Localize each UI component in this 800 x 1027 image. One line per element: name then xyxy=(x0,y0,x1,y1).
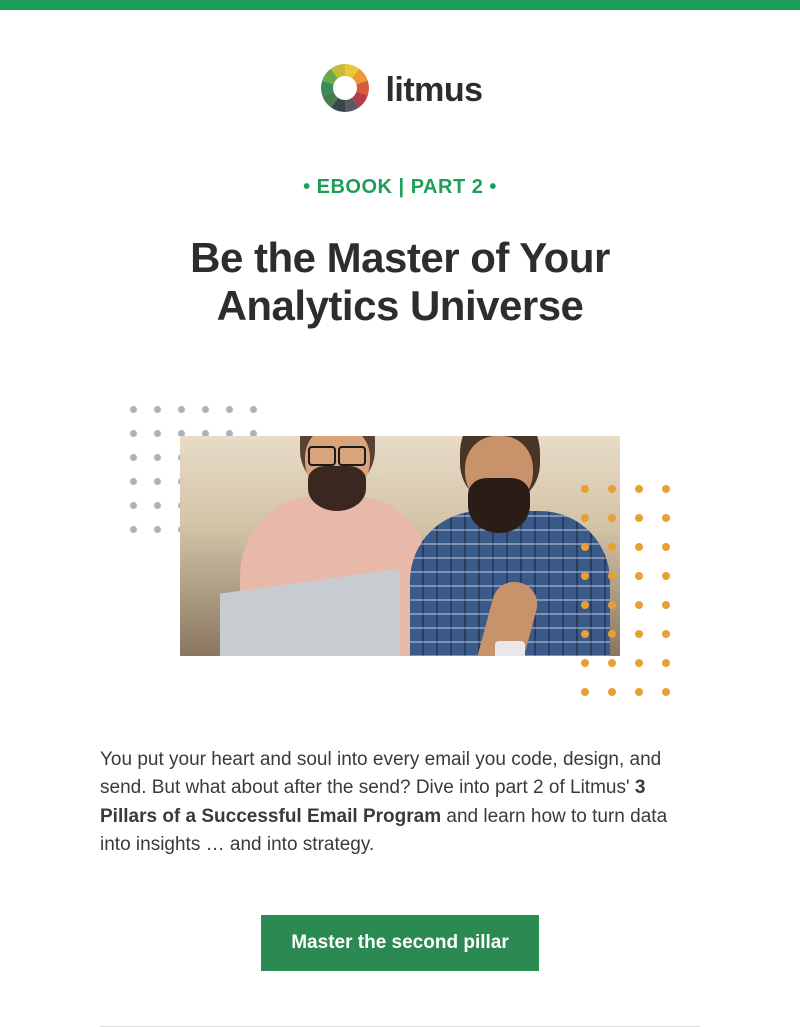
email-container: litmus • EBOOK | PART 2 • Be the Master … xyxy=(100,10,700,1027)
body-pre-text: You put your heart and soul into every e… xyxy=(100,749,661,799)
logo-block: litmus xyxy=(100,10,700,121)
page-headline: Be the Master of Your Analytics Universe xyxy=(100,234,700,331)
body-paragraph: You put your heart and soul into every e… xyxy=(100,746,700,860)
cta-block: Master the second pillar xyxy=(100,915,700,971)
hero-photo xyxy=(180,436,620,656)
section-divider xyxy=(100,1026,700,1027)
eyebrow-label: • EBOOK | PART 2 • xyxy=(100,176,700,199)
litmus-circle-icon xyxy=(317,60,373,121)
cta-button[interactable]: Master the second pillar xyxy=(261,915,539,971)
hero-image-block xyxy=(100,386,700,696)
orange-dot-grid-icon xyxy=(581,485,670,696)
brand-logo[interactable]: litmus xyxy=(317,60,482,121)
top-accent-bar xyxy=(0,0,800,10)
brand-name: litmus xyxy=(385,71,482,110)
